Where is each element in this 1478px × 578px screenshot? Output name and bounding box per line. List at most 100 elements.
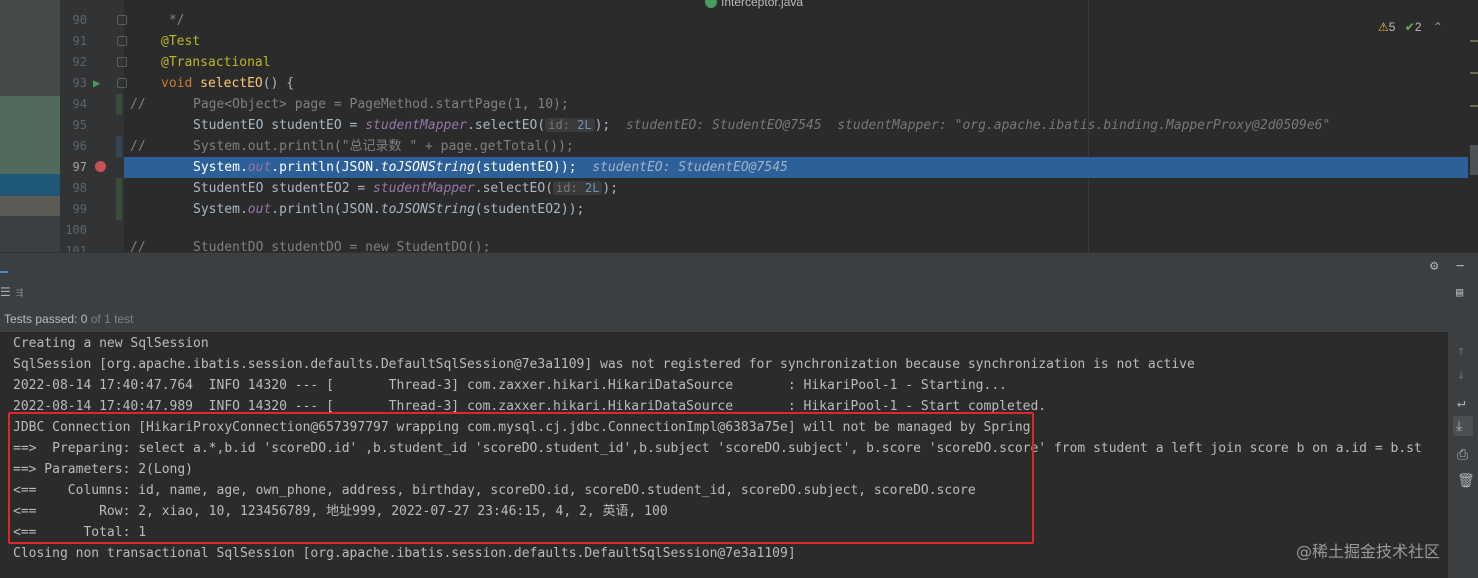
line-number: 94 xyxy=(72,97,87,111)
scroll-end-icon: ⤓ xyxy=(1456,418,1463,434)
code-text: (studentEO)); xyxy=(474,160,577,175)
change-marker xyxy=(116,94,122,115)
run-tool-window-header: ⚙ − xyxy=(0,252,1478,279)
code-text: ); xyxy=(594,118,611,133)
down-arrow-icon[interactable]: ↓ xyxy=(1457,368,1465,382)
console-line: 2022-08-14 17:40:47.764 INFO 14320 --- [… xyxy=(13,378,1007,393)
project-panel-strip xyxy=(0,0,60,252)
breakpoint-icon[interactable] xyxy=(95,161,106,172)
inspection-widget[interactable]: ⚠5 ✔2 ⌃ xyxy=(1378,20,1443,34)
change-marker xyxy=(116,178,122,220)
fold-marker[interactable] xyxy=(117,15,127,25)
comment-text: Page<Object> page = PageMethod.startPage… xyxy=(193,97,569,112)
line-number: 99 xyxy=(72,202,87,216)
code-text: .println(JSON. xyxy=(271,160,381,175)
console-line: Creating a new SqlSession xyxy=(13,336,209,351)
inline-debug-value: studentEO: StudentEO@7545 studentMapper:… xyxy=(625,118,1331,133)
inline-debug-value: studentEO: StudentEO@7545 xyxy=(592,160,788,175)
comment-text: */ xyxy=(161,13,185,28)
line-number: 100 xyxy=(65,223,87,237)
highlight-box xyxy=(8,412,1034,544)
code-line: System.out.println(JSON.toJSONString(stu… xyxy=(193,199,584,220)
run-gutter-icon[interactable]: ▶ xyxy=(93,76,100,90)
code-text: .println(JSON. xyxy=(271,202,381,217)
line-number: 97 xyxy=(72,160,87,174)
code-text: System. xyxy=(193,160,248,175)
fold-marker[interactable] xyxy=(117,57,127,67)
code-text: (studentEO2)); xyxy=(474,202,585,217)
scroll-end-toggle[interactable]: ⤓ xyxy=(1453,416,1473,436)
method-ref: toJSONString xyxy=(380,202,475,217)
line-number: 90 xyxy=(72,13,87,27)
line-number: 93 xyxy=(72,76,87,90)
line-number: 98 xyxy=(72,181,87,195)
line-number: 96 xyxy=(72,139,87,153)
list-icon[interactable]: ☰ xyxy=(0,285,11,299)
code-line: void selectEO() { xyxy=(161,73,294,94)
strip-block xyxy=(0,96,60,174)
minimize-icon[interactable]: − xyxy=(1456,259,1464,273)
comment-marker: // xyxy=(130,97,146,112)
check-count: 2 xyxy=(1414,20,1422,34)
code-line: System.out.println(JSON.toJSONString(stu… xyxy=(193,157,788,178)
code-text: StudentEO studentEO = xyxy=(193,118,366,133)
code-text: .selectEO( xyxy=(466,118,546,133)
console-line: Closing non transactional SqlSession [or… xyxy=(13,546,796,561)
code-line: System.out.println("总记录数 " + page.getTot… xyxy=(193,136,574,157)
test-status-text: Tests passed: 0 of 1 test xyxy=(4,312,134,326)
strip-block xyxy=(0,0,60,96)
code-line: @Transactional xyxy=(161,52,271,73)
code-text: ); xyxy=(602,181,619,196)
keyword: void xyxy=(161,76,201,91)
tree-icon[interactable]: ⇶ xyxy=(16,285,23,299)
method-name: selectEO xyxy=(200,76,263,91)
code-text: System. xyxy=(193,202,248,217)
code-line: StudentEO studentEO2 = studentMapper.sel… xyxy=(193,178,618,199)
strip-block xyxy=(0,174,60,196)
file-tab[interactable]: Interceptor.java xyxy=(705,0,803,9)
param-hint: id: 2L xyxy=(545,118,595,132)
fold-marker[interactable] xyxy=(117,36,127,46)
code-line: */ xyxy=(161,10,185,31)
warning-count: 5 xyxy=(1388,20,1396,34)
annotation-text: @Test xyxy=(161,34,201,49)
editor-scrollbar[interactable] xyxy=(1468,0,1478,252)
annotation-text: @Transactional xyxy=(161,55,271,70)
layout-icon[interactable]: ▤ xyxy=(1456,285,1463,299)
warning-icon: ⚠ xyxy=(1378,20,1389,34)
chevron-up-icon[interactable]: ⌃ xyxy=(1433,20,1443,34)
fold-marker[interactable] xyxy=(117,78,127,88)
method-ref: toJSONString xyxy=(380,160,475,175)
code-line: StudentEO studentEO = studentMapper.sele… xyxy=(193,115,1330,136)
java-file-icon xyxy=(705,0,717,8)
line-number: 91 xyxy=(72,34,87,48)
up-arrow-icon[interactable]: ↑ xyxy=(1457,344,1465,358)
code-line: // xyxy=(130,136,146,157)
code-line: Page<Object> page = PageMethod.startPage… xyxy=(193,94,569,115)
code-text: .selectEO( xyxy=(474,181,554,196)
file-tab-label: Interceptor.java xyxy=(721,0,804,9)
trash-icon[interactable]: 🗑 xyxy=(1457,474,1475,488)
code-text: () { xyxy=(262,76,295,91)
test-status-bar: Tests passed: 0 of 1 test xyxy=(0,306,1478,333)
code-line: // xyxy=(130,94,146,115)
console-action-bar: ↑ ↓ ↵ ⤓ ⎙ 🗑 xyxy=(1448,332,1478,578)
soft-wrap-icon[interactable]: ↵ xyxy=(1457,396,1465,410)
run-toolbar: ☰ ⇶ ▤ xyxy=(0,278,1478,306)
console-line: SqlSession [org.apache.ibatis.session.de… xyxy=(13,357,1195,372)
line-number: 92 xyxy=(72,55,87,69)
comment-text: System.out.println("总记录数 " + page.getTot… xyxy=(193,139,574,154)
gear-icon[interactable]: ⚙ xyxy=(1430,259,1438,273)
active-tab-indicator xyxy=(0,271,8,273)
print-icon[interactable]: ⎙ xyxy=(1457,448,1468,462)
code-line: @Test xyxy=(161,31,200,52)
field-ref: out xyxy=(247,160,272,175)
code-text: StudentEO studentEO2 = xyxy=(193,181,374,196)
field-ref: studentMapper xyxy=(365,118,467,133)
comment-marker: // xyxy=(130,139,146,154)
strip-block xyxy=(0,196,60,216)
line-number: 95 xyxy=(72,118,87,132)
check-icon: ✔ xyxy=(1404,20,1415,34)
param-hint: id: 2L xyxy=(553,181,603,195)
change-marker xyxy=(116,136,122,157)
